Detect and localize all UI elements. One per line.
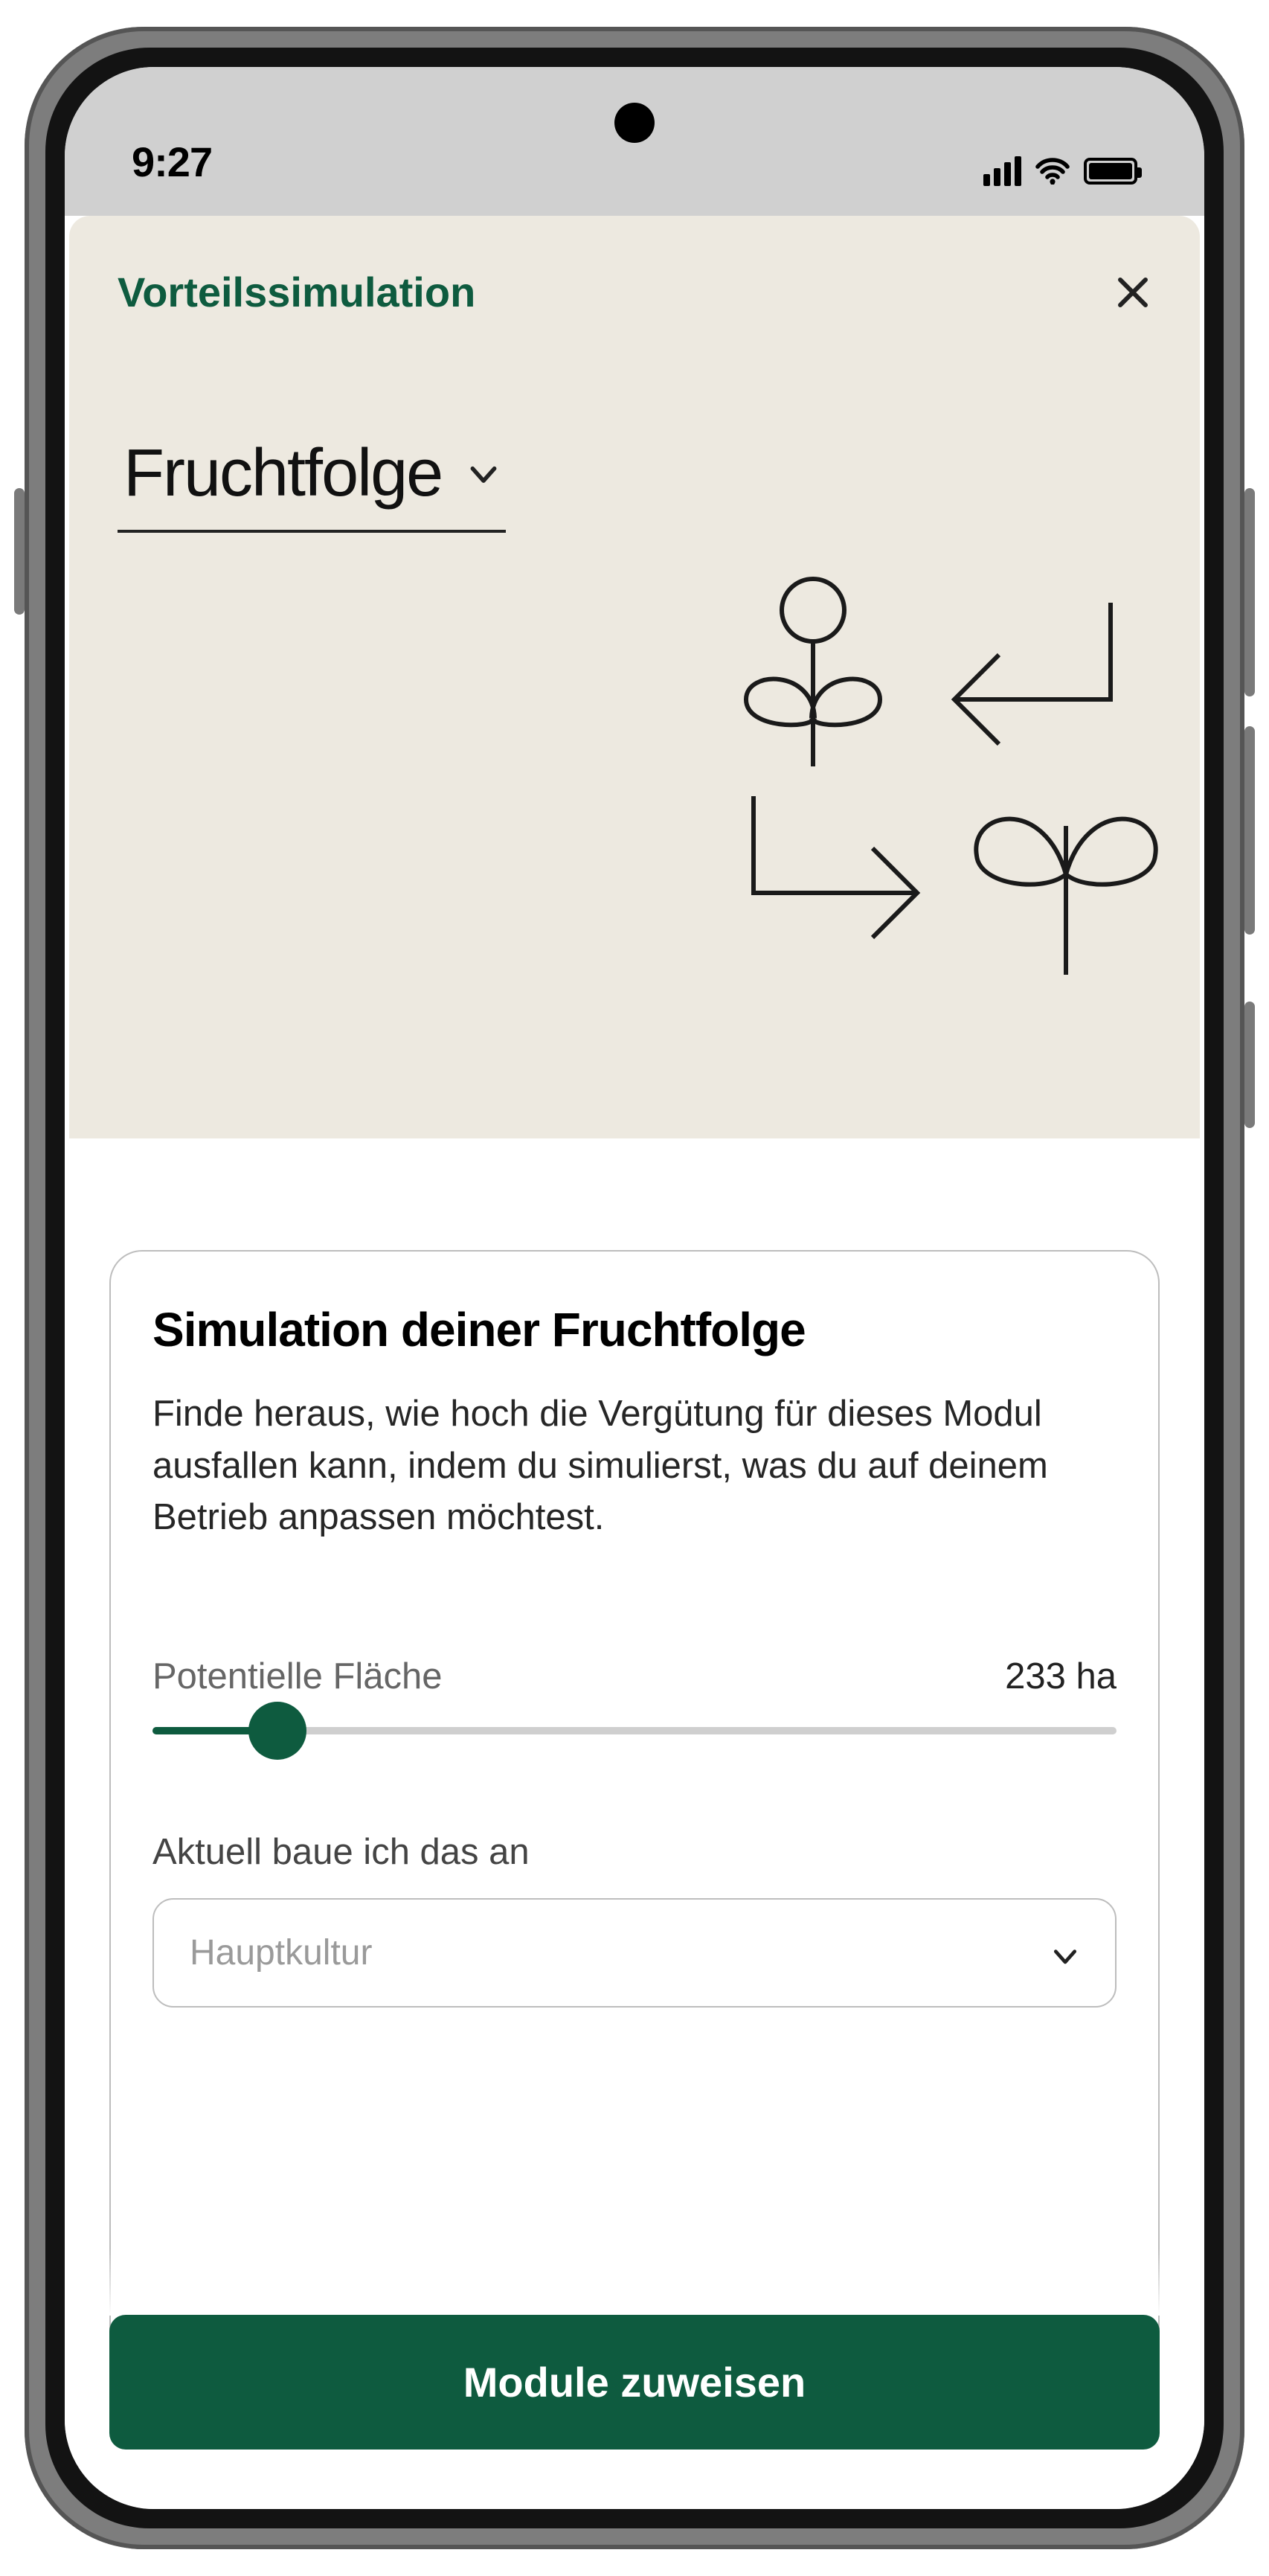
wifi-icon xyxy=(1035,158,1070,185)
phone-side-button xyxy=(1244,488,1255,696)
card-title: Simulation deiner Fruchtfolge xyxy=(152,1302,1117,1357)
module-dropdown[interactable]: Fruchtfolge xyxy=(118,420,506,533)
area-slider-block: Potentielle Fläche 233 ha xyxy=(152,1656,1117,1734)
hero-panel: Vorteilssimulation Fruchtfolge xyxy=(69,216,1200,1138)
phone-side-button xyxy=(14,488,25,615)
close-button[interactable] xyxy=(1114,274,1151,311)
cta-dock: Module zuweisen xyxy=(65,2315,1204,2450)
camera-punch-hole xyxy=(614,103,655,143)
chevron-down-icon xyxy=(467,458,500,490)
phone-side-button xyxy=(1244,1002,1255,1128)
slider-value: 233 ha xyxy=(1005,1656,1117,1697)
phone-frame: 9:27 Vorteilssimulation xyxy=(25,27,1244,2549)
status-time: 9:27 xyxy=(132,138,212,186)
crop-field-label: Aktuell baue ich das an xyxy=(152,1831,1117,1873)
simulation-card: Simulation deiner Fruchtfolge Finde hera… xyxy=(109,1250,1160,2396)
slider-thumb[interactable] xyxy=(248,1702,306,1760)
phone-side-button xyxy=(1244,726,1255,935)
assign-modules-button[interactable]: Module zuweisen xyxy=(109,2315,1160,2450)
page-title: Vorteilssimulation xyxy=(118,268,475,316)
slider-label: Potentielle Fläche xyxy=(152,1656,443,1697)
card-description: Finde heraus, wie hoch die Vergütung für… xyxy=(152,1388,1117,1544)
content-area: Simulation deiner Fruchtfolge Finde hera… xyxy=(65,1138,1204,2509)
battery-icon xyxy=(1084,158,1137,185)
crop-rotation-illustration xyxy=(694,558,1170,975)
app-surface: Vorteilssimulation Fruchtfolge xyxy=(65,216,1204,2509)
chevron-down-icon xyxy=(1051,1938,1079,1967)
main-crop-select[interactable]: Hauptkultur xyxy=(152,1898,1117,2008)
area-slider[interactable] xyxy=(152,1727,1117,1734)
cellular-signal-icon xyxy=(983,156,1021,186)
select-placeholder: Hauptkultur xyxy=(190,1932,372,1973)
module-dropdown-label: Fruchtfolge xyxy=(123,435,442,512)
